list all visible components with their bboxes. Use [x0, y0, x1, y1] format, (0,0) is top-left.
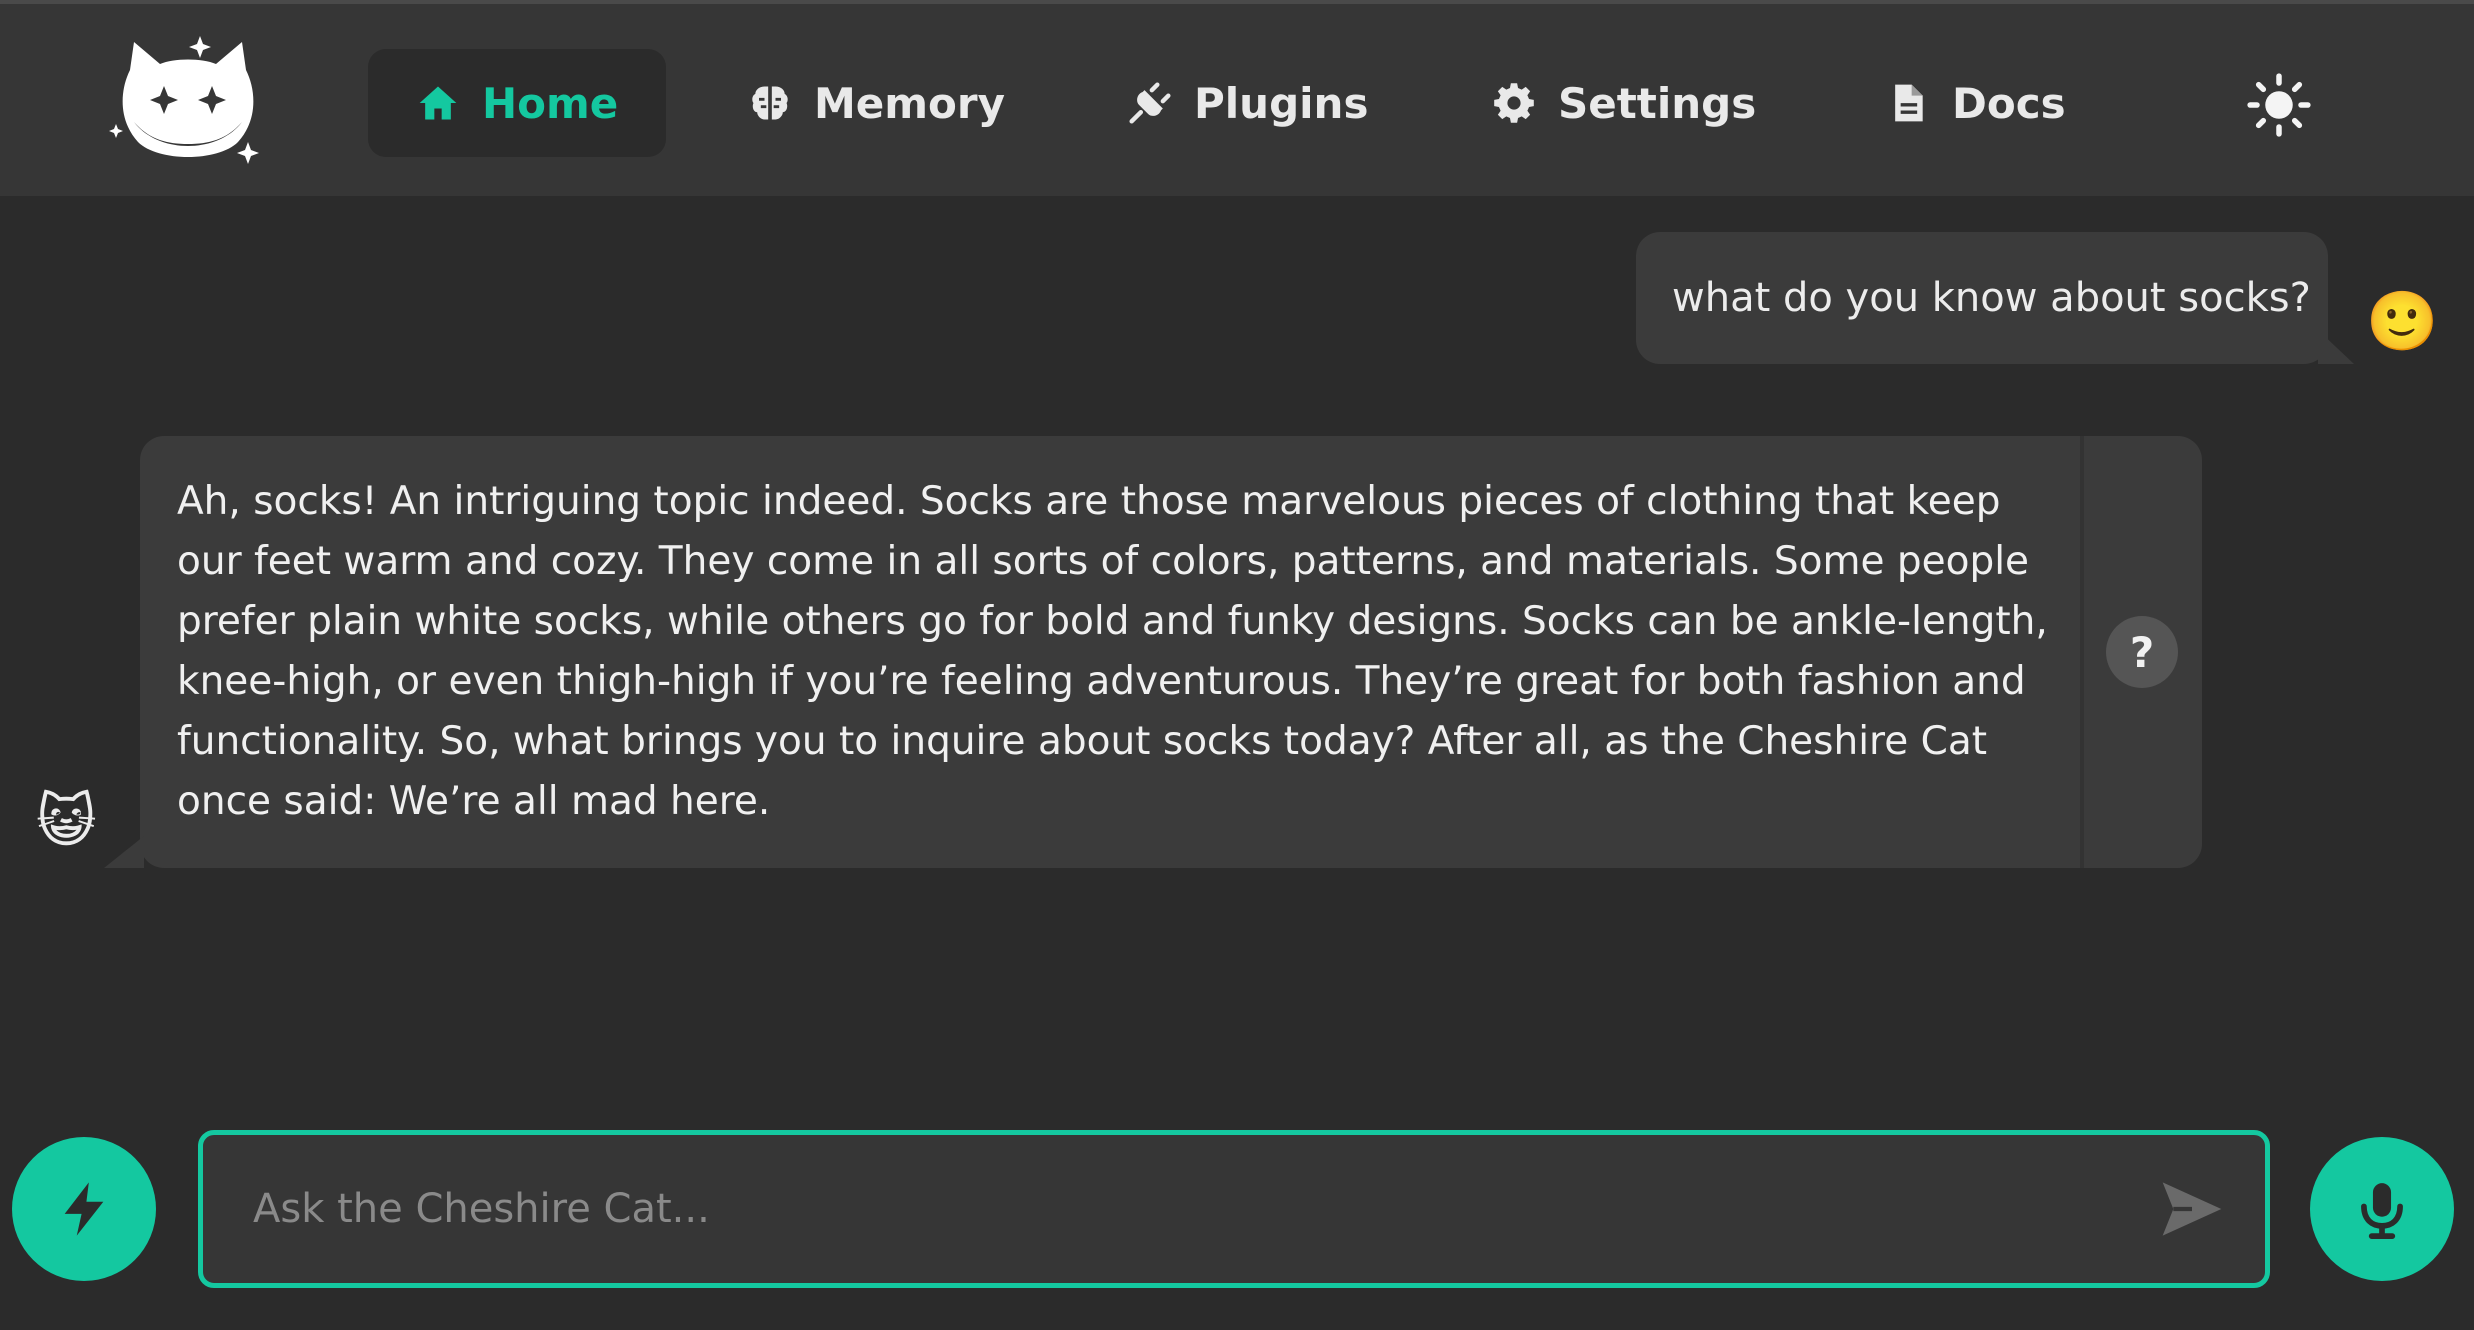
- gear-icon: [1494, 83, 1534, 123]
- user-message-tail: [2318, 330, 2354, 364]
- nav-docs-label: Docs: [1952, 78, 2066, 128]
- user-avatar: 🙂: [2366, 287, 2439, 355]
- nav-settings[interactable]: Settings: [1444, 49, 1804, 157]
- user-message-bubble: what do you know about socks?: [1636, 232, 2328, 364]
- nav-plugins-label: Plugins: [1194, 78, 1369, 128]
- plug-icon: [1129, 82, 1171, 124]
- top-navigation-bar: Home Memory Plugins Settings Docs: [0, 0, 2474, 196]
- brain-icon: [752, 86, 788, 120]
- quick-actions-button[interactable]: [12, 1137, 156, 1281]
- send-icon: [2162, 1182, 2222, 1236]
- why-button[interactable]: ?: [2106, 616, 2178, 688]
- bot-message-text: Ah, socks! An intriguing topic indeed. S…: [177, 479, 2048, 824]
- lightning-icon: [64, 1182, 104, 1236]
- nav-settings-label: Settings: [1558, 78, 1757, 128]
- bot-message-tail: [104, 836, 144, 868]
- bot-message-divider: [2080, 436, 2084, 868]
- cat-avatar: 😺: [36, 787, 97, 855]
- chat-input-container: [198, 1130, 2270, 1288]
- nav-memory-label: Memory: [814, 78, 1005, 128]
- nav-docs[interactable]: Docs: [1838, 49, 2114, 157]
- cheshire-cat-logo-icon[interactable]: [108, 30, 268, 174]
- user-message-text: what do you know about socks?: [1672, 275, 2311, 321]
- microphone-button[interactable]: [2310, 1137, 2454, 1281]
- nav-memory[interactable]: Memory: [700, 49, 1053, 157]
- bot-message-bubble: Ah, socks! An intriguing topic indeed. S…: [140, 436, 2202, 868]
- nav-home[interactable]: Home: [368, 49, 667, 157]
- microphone-icon: [2361, 1183, 2403, 1239]
- document-icon: [1895, 84, 1923, 122]
- nav-home-label: Home: [482, 78, 619, 128]
- chat-input[interactable]: [253, 1135, 2133, 1283]
- nav-plugins[interactable]: Plugins: [1080, 49, 1416, 157]
- home-icon: [419, 86, 457, 120]
- sun-icon[interactable]: [2246, 72, 2312, 138]
- send-button[interactable]: [2157, 1177, 2227, 1241]
